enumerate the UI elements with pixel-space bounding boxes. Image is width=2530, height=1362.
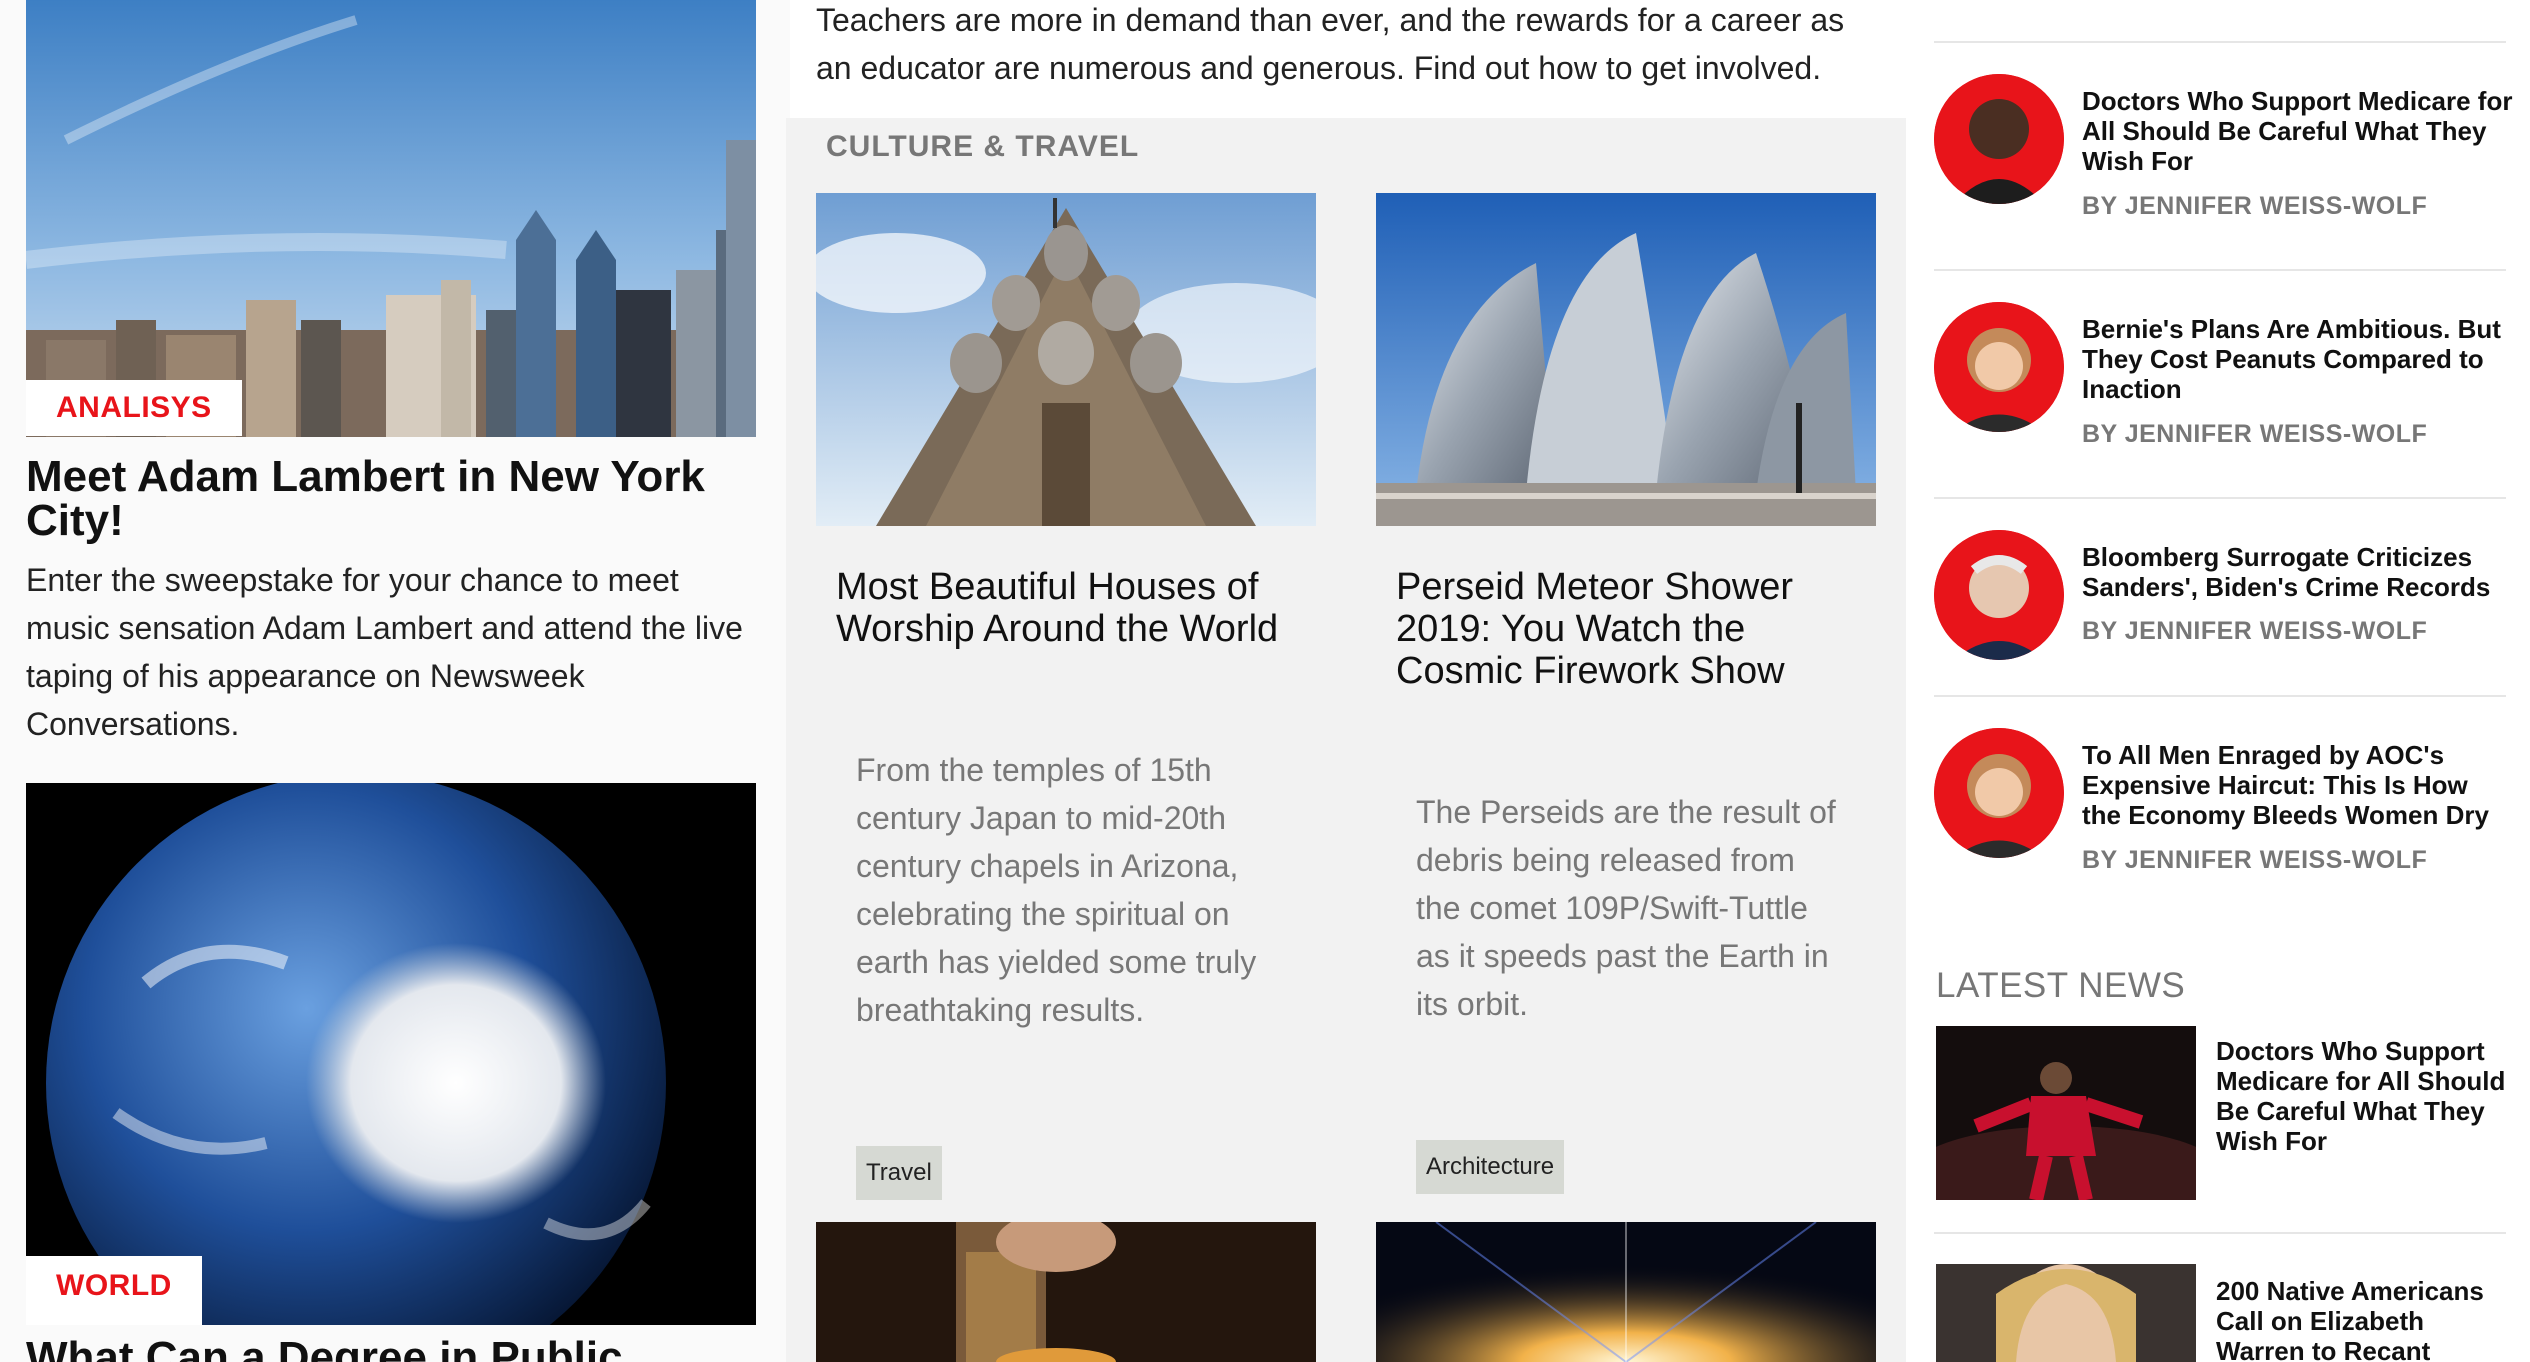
card2-category-chip[interactable]: Architecture xyxy=(1416,1140,1565,1194)
meteor-illustration xyxy=(1376,1222,1876,1362)
opinion-title-4[interactable]: To All Men Enraged by AOC's Expensive Ha… xyxy=(2082,740,2512,830)
story1-description: Enter the sweepstake for your chance to … xyxy=(26,562,743,742)
card2-image[interactable] xyxy=(1376,193,1876,526)
opinion-byline-4[interactable]: BY JENNIFER WEISS-WOLF xyxy=(2082,846,2427,875)
drink-illustration xyxy=(816,1222,1316,1362)
wooden-church-illustration xyxy=(816,193,1316,526)
author-portrait-1 xyxy=(1934,74,2064,204)
opinion-byline-1[interactable]: BY JENNIFER WEISS-WOLF xyxy=(2082,192,2427,221)
concert-hall-illustration xyxy=(1376,193,1876,526)
opinion-title-3[interactable]: Bloomberg Surrogate Criticizes Sanders',… xyxy=(2082,542,2522,602)
story2-title[interactable]: What Can a Degree in Public Health xyxy=(26,1336,756,1362)
skyline-illustration xyxy=(26,0,756,437)
story2-category-tag[interactable]: WORLD xyxy=(26,1256,202,1325)
card2-description: The Perseids are the result of debris be… xyxy=(1416,794,1836,1022)
education-teaser-text: Teachers are more in demand than ever, a… xyxy=(816,2,1845,86)
story1-title[interactable]: Meet Adam Lambert in New York City! xyxy=(26,455,756,543)
author-portrait-4 xyxy=(1934,728,2064,858)
opinion-byline-3[interactable]: BY JENNIFER WEISS-WOLF xyxy=(2082,617,2427,646)
news-title-2[interactable]: 200 Native Americans Call on Elizabeth W… xyxy=(2216,1276,2506,1362)
card2-title[interactable]: Perseid Meteor Shower 2019: You Watch th… xyxy=(1396,566,1866,692)
author-avatar[interactable] xyxy=(1934,302,2064,432)
story1-category-tag[interactable]: ANALISYS xyxy=(26,380,242,436)
earth-image[interactable]: WORLD xyxy=(26,783,756,1325)
author-avatar[interactable] xyxy=(1934,74,2064,204)
author-avatar[interactable] xyxy=(1934,530,2064,660)
opinion-byline-2[interactable]: BY JENNIFER WEISS-WOLF xyxy=(2082,420,2427,449)
card1-image[interactable] xyxy=(816,193,1316,526)
news1-image[interactable] xyxy=(1936,1026,2196,1200)
opinion-title-1[interactable]: Doctors Who Support Medicare for All Sho… xyxy=(2082,86,2522,176)
card1-title[interactable]: Most Beautiful Houses of Worship Around … xyxy=(836,566,1306,650)
news-portrait-illustration xyxy=(1936,1264,2196,1362)
earth-illustration xyxy=(26,783,756,1325)
author-portrait-3 xyxy=(1934,530,2064,660)
card4-image[interactable] xyxy=(1376,1222,1876,1362)
divider xyxy=(1934,695,2506,697)
left-column: ANALISYS Meet Adam Lambert in New York C… xyxy=(0,0,790,1362)
divider xyxy=(1934,269,2506,271)
card3-image[interactable] xyxy=(816,1222,1316,1362)
author-portrait-2 xyxy=(1934,302,2064,432)
divider xyxy=(1934,1232,2506,1234)
opinion-title-2[interactable]: Bernie's Plans Are Ambitious. But They C… xyxy=(2082,314,2522,404)
card1-description: From the temples of 15th century Japan t… xyxy=(856,752,1257,1028)
soccer-player-illustration xyxy=(1936,1026,2196,1200)
latest-news-heading[interactable]: LATEST NEWS xyxy=(1936,966,2185,1006)
news2-image[interactable] xyxy=(1936,1264,2196,1362)
author-avatar[interactable] xyxy=(1934,728,2064,858)
divider xyxy=(1934,41,2506,43)
skyline-image[interactable]: ANALISYS xyxy=(26,0,756,437)
section-label[interactable]: CULTURE & TRAVEL xyxy=(826,130,1139,164)
divider xyxy=(1934,497,2506,499)
news-title-1[interactable]: Doctors Who Support Medicare for All Sho… xyxy=(2216,1036,2506,1156)
card1-category-chip[interactable]: Travel xyxy=(856,1146,942,1200)
